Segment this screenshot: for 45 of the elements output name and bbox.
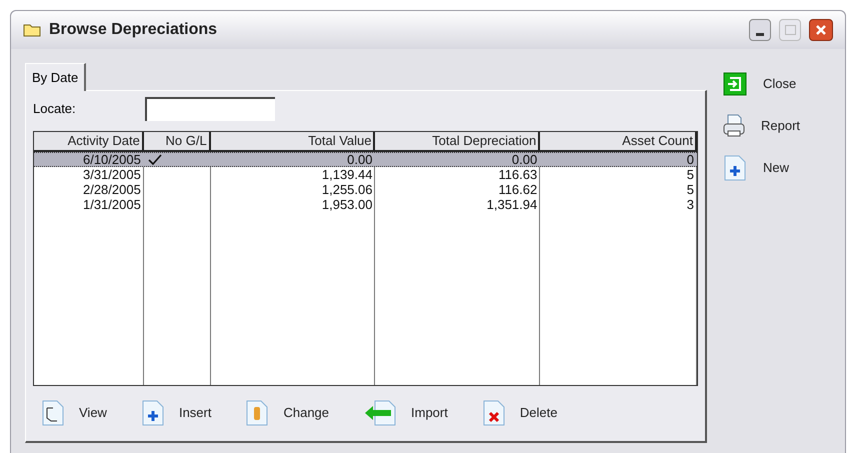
- table-cell: 0: [686, 152, 694, 167]
- report-button[interactable]: Report: [723, 113, 800, 139]
- table-row[interactable]: 2/28/2005 1,255.06 116.62 5: [34, 182, 697, 197]
- table-cell: 3/31/2005: [82, 167, 141, 182]
- table-row[interactable]: 3/31/2005 1,139.44 116.63 5: [34, 167, 697, 182]
- checkmark-icon: [148, 154, 162, 165]
- close-icon: [815, 24, 827, 36]
- table-cell: 1/31/2005: [82, 197, 141, 212]
- document-icon: [41, 400, 65, 426]
- minimize-button[interactable]: [749, 19, 771, 41]
- table-cell: 1,351.94: [486, 197, 538, 212]
- table-cell: 116.63: [498, 167, 538, 182]
- change-button[interactable]: Change: [245, 400, 330, 426]
- pencil-document-icon: [245, 400, 270, 426]
- printer-icon: [723, 114, 745, 138]
- table-cell: 5: [686, 167, 694, 182]
- import-button[interactable]: Import: [363, 400, 448, 426]
- table-cell: 6/10/2005: [82, 152, 141, 167]
- folder-icon: [23, 23, 41, 37]
- new-button[interactable]: New: [723, 155, 800, 181]
- close-button[interactable]: Close: [723, 71, 800, 97]
- exit-icon: [723, 72, 747, 96]
- left-arrow-icon: [363, 400, 398, 426]
- table-row[interactable]: 1/31/2005 1,953.00 1,351.94 3: [34, 197, 697, 212]
- insert-button[interactable]: Insert: [140, 400, 212, 426]
- delete-button[interactable]: Delete: [482, 400, 558, 426]
- plus-document-icon: [723, 155, 747, 181]
- table-cell: 0.00: [347, 152, 372, 167]
- tab[interactable]: By Date: [25, 63, 86, 91]
- locate-field[interactable]: [145, 97, 275, 121]
- view-button[interactable]: View: [41, 400, 107, 426]
- locate-label: Locate:: [33, 100, 77, 118]
- table-cell: 2/28/2005: [82, 182, 141, 197]
- table-cell: 3: [686, 197, 694, 212]
- table-cell: 116.62: [498, 182, 538, 197]
- close-button[interactable]: [809, 19, 833, 41]
- plus-document-icon: [140, 400, 165, 426]
- table-row[interactable]: 6/10/2005 0.00 0.00 0: [34, 152, 697, 167]
- x-document-icon: [482, 400, 506, 426]
- table-cell: 5: [686, 182, 694, 197]
- table-cell: 1,255.06: [322, 182, 372, 197]
- table-cell: 1,953.00: [322, 197, 372, 212]
- table-cell: 0.00: [512, 152, 538, 167]
- table-cell: 1,139.44: [322, 167, 372, 182]
- window-title: Browse Depreciations: [49, 20, 218, 40]
